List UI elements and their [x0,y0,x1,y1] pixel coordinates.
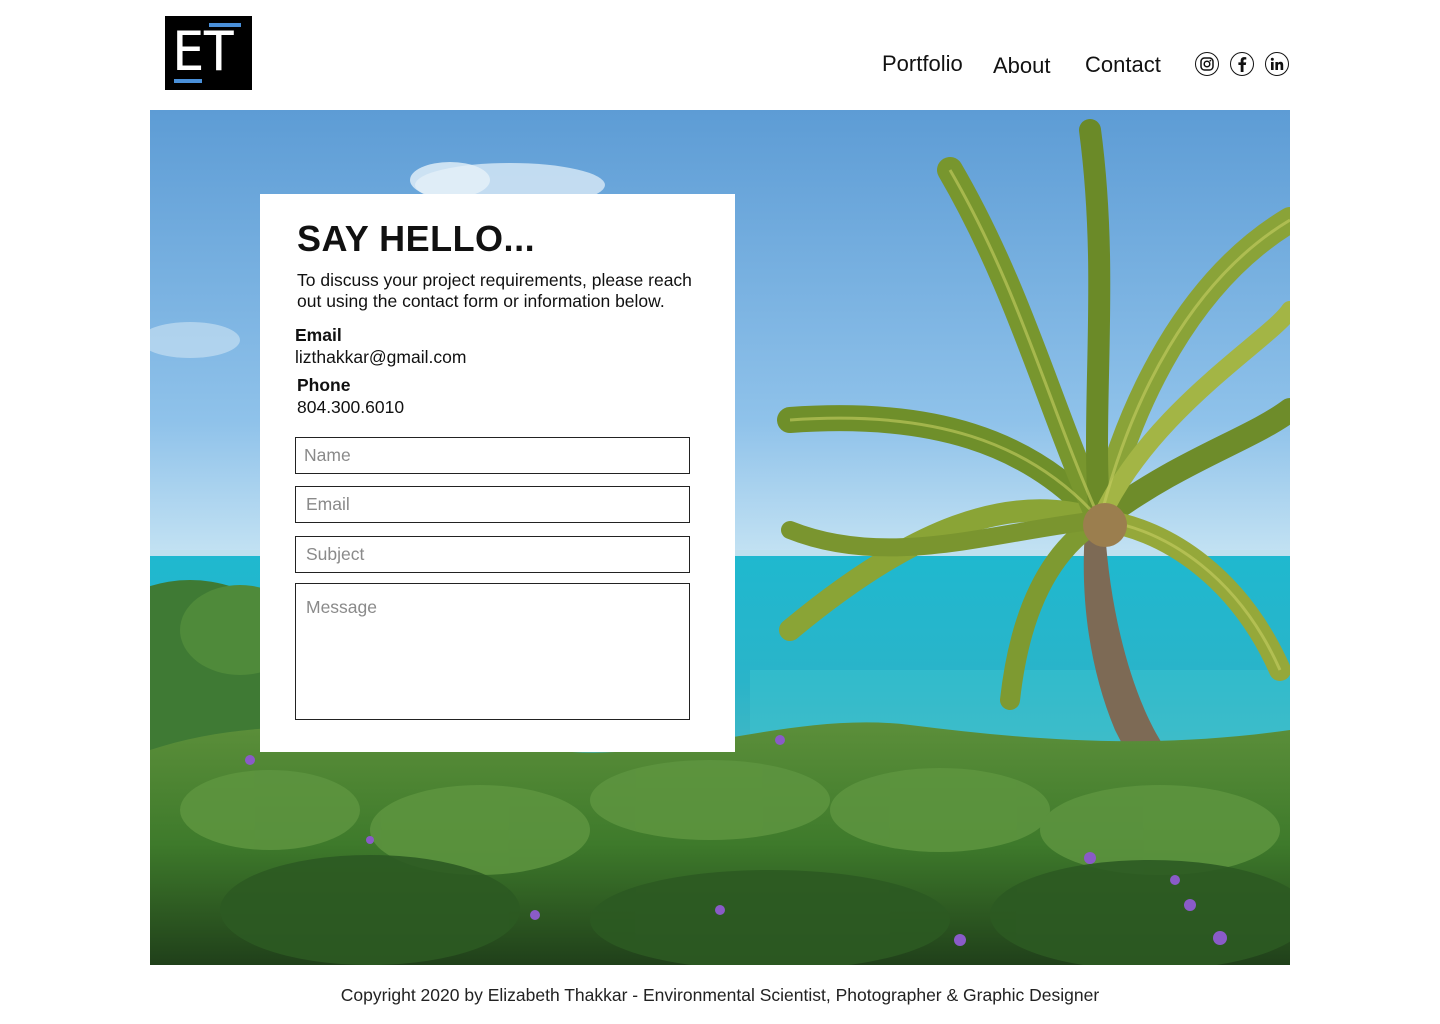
contact-card: SAY HELLO... To discuss your project req… [260,194,735,752]
contact-description: To discuss your project requirements, pl… [297,270,692,311]
linkedin-icon[interactable] [1265,52,1289,76]
facebook-icon[interactable] [1230,52,1254,76]
nav-link-portfolio[interactable]: Portfolio [882,49,963,79]
email-address-link[interactable]: lizthakkar@gmail.com [295,347,466,368]
email-field[interactable] [295,486,690,523]
logo-text: ET [172,20,235,83]
subject-field[interactable] [295,536,690,573]
logo-accent-bar-bottom [174,79,202,83]
phone-label: Phone [297,375,351,395]
email-label: Email [295,325,342,345]
nav-link-about[interactable]: About [993,51,1051,81]
name-field[interactable] [295,437,690,474]
instagram-icon[interactable] [1195,52,1219,76]
message-field[interactable] [295,583,690,720]
site-logo[interactable]: ET [165,16,252,90]
nav-link-contact[interactable]: Contact [1085,50,1161,80]
page-title: SAY HELLO... [297,218,536,259]
footer-copyright: Copyright 2020 by Elizabeth Thakkar - En… [340,985,1100,1005]
phone-number: 804.300.6010 [297,397,405,417]
logo-accent-bar-top [209,23,241,27]
